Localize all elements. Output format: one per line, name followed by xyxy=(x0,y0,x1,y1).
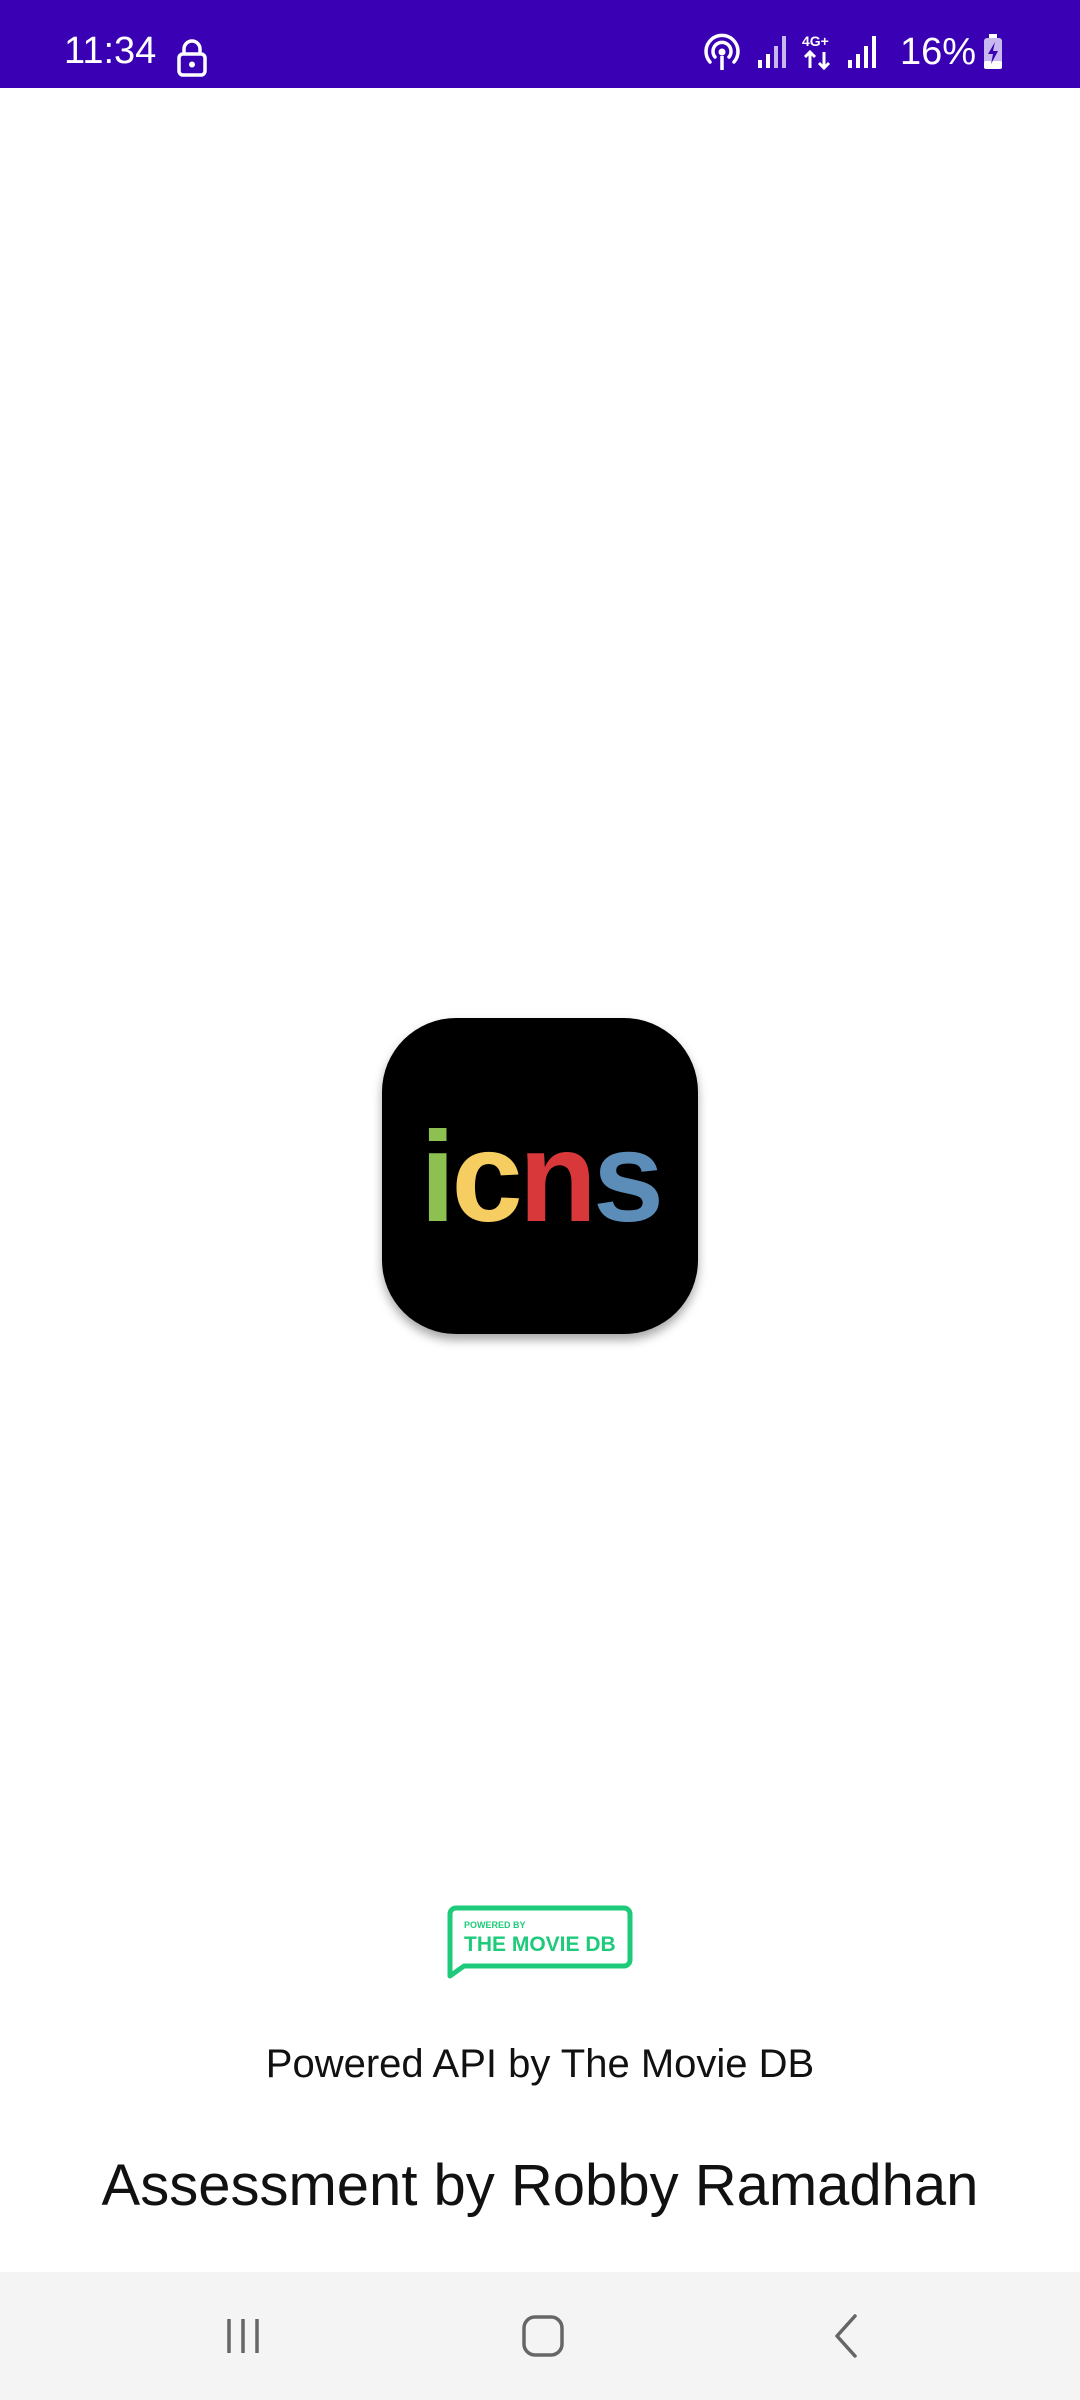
splash-screen: 11:34 4G+ 16% icns POWERED BY THE MOVIE … xyxy=(0,0,1080,2400)
status-bar: 11:34 4G+ 16% xyxy=(0,0,1080,88)
hotspot-icon xyxy=(704,33,740,70)
home-button[interactable] xyxy=(498,2296,588,2376)
logo-letter-c: c xyxy=(451,1106,523,1249)
signal-icon xyxy=(847,36,876,68)
recents-icon xyxy=(227,2319,259,2353)
signal-icon xyxy=(757,36,786,68)
lock-icon xyxy=(177,39,207,77)
back-button[interactable] xyxy=(802,2296,892,2376)
status-time: 11:34 xyxy=(64,30,157,72)
app-logo-text: icns xyxy=(382,1114,698,1242)
battery-percent: 16% xyxy=(899,31,976,73)
logo-letter-n: n xyxy=(518,1106,597,1249)
logo-letter-s: s xyxy=(592,1106,664,1249)
assessment-credit-text: Assessment by Robby Ramadhan xyxy=(101,2153,979,2218)
tmdb-logo: POWERED BY THE MOVIE DB xyxy=(447,1905,633,1979)
battery-charging-icon xyxy=(984,34,1002,69)
home-icon xyxy=(522,2315,564,2357)
navigation-bar xyxy=(0,2272,1080,2400)
logo-letter-i: i xyxy=(419,1106,456,1249)
app-logo: icns xyxy=(382,1018,698,1334)
powered-by-text: Powered API by The Movie DB xyxy=(265,2042,815,2086)
tmdb-badge-large-text: THE MOVIE DB xyxy=(464,1933,616,1956)
back-icon xyxy=(835,2314,857,2358)
tmdb-badge-small-text: POWERED BY xyxy=(464,1920,526,1930)
network-4g-icon: 4G+ xyxy=(802,33,830,71)
network-type-label: 4G+ xyxy=(802,33,829,49)
status-icons: 4G+ 16% xyxy=(702,30,1004,74)
recents-button[interactable] xyxy=(198,2296,288,2376)
